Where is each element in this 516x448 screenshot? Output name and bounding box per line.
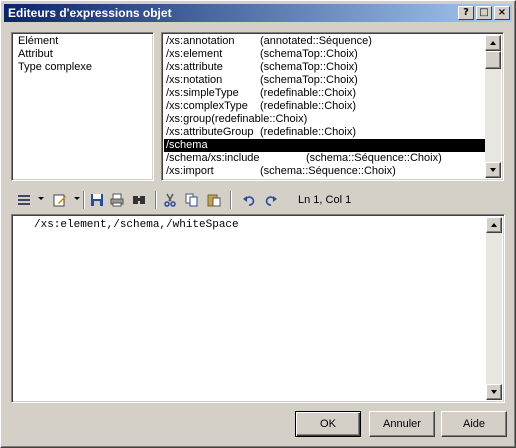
category-item-complex-type[interactable]: Type complexe — [14, 61, 151, 74]
category-item-label: Elément — [18, 35, 59, 47]
element-type: (redefinable::Choix) — [260, 87, 356, 99]
list-item[interactable]: /xs:annotation (annotated::Séquence) — [164, 35, 485, 48]
editor-gutter — [14, 217, 32, 400]
chevron-down-icon[interactable] — [38, 197, 44, 200]
scroll-down-button[interactable] — [486, 384, 502, 400]
scroll-thumb[interactable] — [485, 51, 501, 69]
window-controls: ? □ × — [458, 6, 510, 20]
edit-icon[interactable] — [51, 191, 69, 209]
element-path: /xs:element — [166, 48, 223, 60]
element-type: (schemaTop::Choix) — [260, 61, 358, 73]
element-type: (annotated::Séquence) — [260, 35, 372, 47]
list-item[interactable]: /xs:simpleType (redefinable::Choix) — [164, 87, 485, 100]
list-item[interactable]: /xs:import (schema::Séquence::Choix) — [164, 165, 485, 178]
element-path: /schema/xs:include — [166, 152, 260, 164]
editor-scrollbar[interactable] — [486, 217, 502, 400]
paste-icon[interactable] — [205, 191, 223, 209]
element-path: /xs:attribute — [166, 61, 223, 73]
element-type: (schemaTop::Choix) — [260, 74, 358, 86]
element-path: /xs:import — [166, 165, 214, 177]
scroll-up-button[interactable] — [486, 217, 502, 233]
cut-icon[interactable] — [161, 191, 179, 209]
help-title-button[interactable]: ? — [458, 6, 474, 20]
list-item[interactable]: /xs:complexType (redefinable::Choix) — [164, 100, 485, 113]
element-type: (schema::Séquence::Choix) — [306, 152, 442, 164]
editor-toolbar: Ln 1, Col 1 — [11, 189, 505, 211]
expression-editor[interactable]: /xs:element,/schema,/whiteSpace — [11, 214, 505, 403]
element-path: /xs:simpleType — [166, 87, 239, 99]
ok-button[interactable]: OK — [295, 411, 361, 437]
toolbar-separator — [155, 191, 157, 209]
scroll-down-button[interactable] — [485, 162, 501, 178]
element-path: /schema — [166, 139, 208, 151]
find-icon[interactable] — [130, 191, 148, 209]
maximize-button[interactable]: □ — [476, 6, 492, 20]
element-type: (redefinable::Choix) — [260, 100, 356, 112]
category-item-element[interactable]: Elément — [14, 35, 151, 48]
element-list-scrollbar[interactable] — [485, 35, 501, 178]
chevron-down-icon[interactable] — [74, 197, 80, 200]
save-icon[interactable] — [88, 191, 106, 209]
list-item[interactable]: /schema — [164, 139, 485, 152]
toolbar-separator — [230, 191, 232, 209]
scroll-up-button[interactable] — [485, 35, 501, 51]
undo-icon[interactable] — [240, 191, 258, 209]
category-item-label: Attribut — [18, 48, 53, 60]
copy-icon[interactable] — [183, 191, 201, 209]
list-item[interactable]: /xs:attributeGroup (redefinable::Choix) — [164, 126, 485, 139]
element-list-rows: /xs:annotation (annotated::Séquence)/xs:e… — [164, 35, 485, 178]
element-list[interactable]: /xs:annotation (annotated::Séquence)/xs:e… — [161, 32, 504, 181]
element-path: /xs:notation — [166, 74, 223, 86]
element-path: /xs:complexType — [166, 100, 248, 112]
list-icon[interactable] — [15, 191, 33, 209]
window-title: Editeurs d'expressions objet — [8, 6, 172, 20]
cancel-button[interactable]: Annuler — [369, 411, 435, 437]
title-bar: Editeurs d'expressions objet ? □ × — [4, 4, 512, 22]
help-button[interactable]: Aide — [441, 411, 507, 437]
element-type: (schema::Séquence::Choix) — [260, 165, 396, 177]
list-item[interactable]: /schema/xs:include (schema::Séquence::Cho… — [164, 152, 485, 165]
expression-text[interactable]: /xs:element,/schema,/whiteSpace — [34, 219, 484, 231]
cursor-position: Ln 1, Col 1 — [298, 194, 352, 206]
list-item[interactable]: /xs:attribute (schemaTop::Choix) — [164, 61, 485, 74]
toolbar-separator — [83, 191, 85, 209]
element-type: (schemaTop::Choix) — [260, 48, 358, 60]
element-path: /xs:group(redefinable::Choix) — [166, 113, 308, 125]
redo-icon[interactable] — [262, 191, 280, 209]
print-icon[interactable] — [108, 191, 126, 209]
close-button[interactable]: × — [494, 6, 510, 20]
element-type: (redefinable::Choix) — [260, 126, 356, 138]
category-list[interactable]: Elément Attribut Type complexe — [11, 32, 154, 181]
category-item-label: Type complexe — [18, 61, 92, 73]
element-path: /xs:attributeGroup — [166, 126, 254, 138]
category-item-attribute[interactable]: Attribut — [14, 48, 151, 61]
list-item[interactable]: /xs:group(redefinable::Choix) — [164, 113, 485, 126]
list-item[interactable]: /xs:element (schemaTop::Choix) — [164, 48, 485, 61]
element-path: /xs:annotation — [166, 35, 235, 47]
list-item[interactable]: /xs:notation (schemaTop::Choix) — [164, 74, 485, 87]
